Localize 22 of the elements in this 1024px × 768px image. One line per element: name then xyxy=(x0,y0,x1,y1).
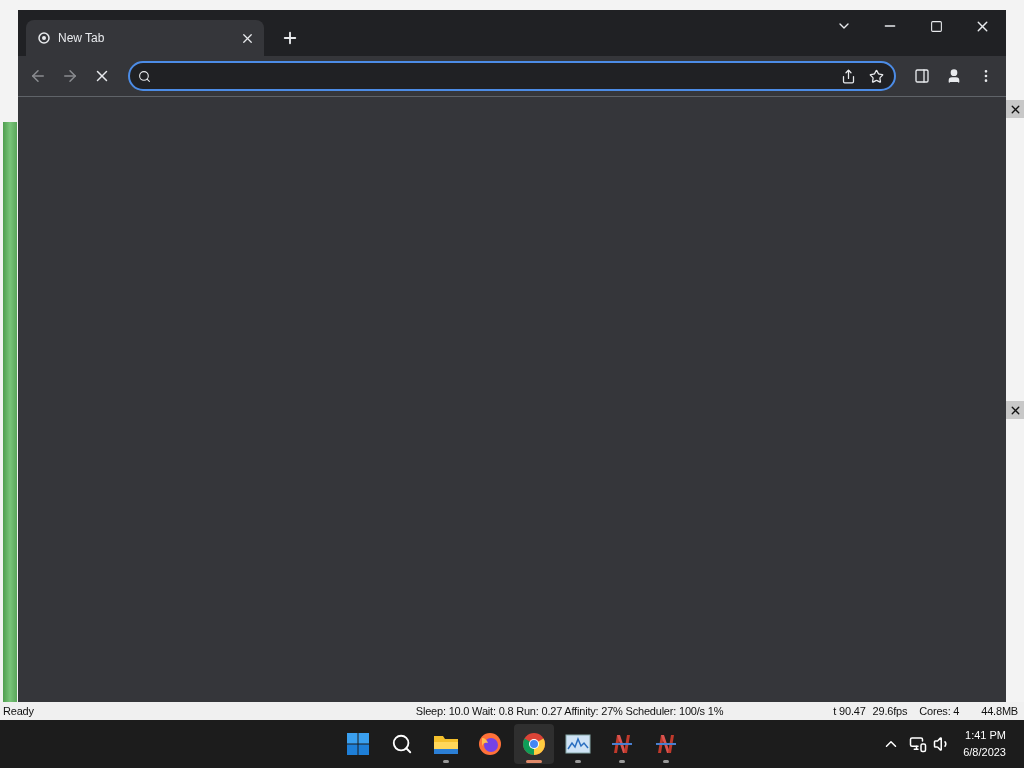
address-bar[interactable] xyxy=(128,61,896,91)
windows-icon xyxy=(346,732,370,756)
fox-globe-icon xyxy=(478,732,502,756)
network-icon[interactable] xyxy=(909,735,928,753)
browser-tab[interactable]: New Tab xyxy=(26,20,264,56)
status-memory: 44.8MB xyxy=(981,705,1018,717)
folder-icon xyxy=(433,733,459,755)
search-icon xyxy=(138,69,151,83)
chart-window-icon xyxy=(565,733,591,755)
status-stats: Sleep: 10.0 Wait: 0.8 Run: 0.27 Affinity: 27% Scheduler: 100/s 1% xyxy=(415,705,724,717)
taskbar-app-button[interactable] xyxy=(514,724,554,764)
status-cores: Cores: 4 xyxy=(919,705,960,717)
clock-time[interactable]: 1:41 PM xyxy=(965,727,1006,744)
search-icon xyxy=(391,733,413,755)
status-fps: 29.6fps xyxy=(872,705,908,717)
status-time: t 90.47 xyxy=(833,705,866,717)
status-text: Ready xyxy=(3,705,34,717)
clock-date[interactable]: 6/8/2023 xyxy=(963,744,1006,761)
app-logo-icon xyxy=(610,732,634,756)
tab-title: New Tab xyxy=(58,31,106,45)
app-logo-icon xyxy=(654,732,678,756)
plus-icon[interactable] xyxy=(281,29,299,47)
